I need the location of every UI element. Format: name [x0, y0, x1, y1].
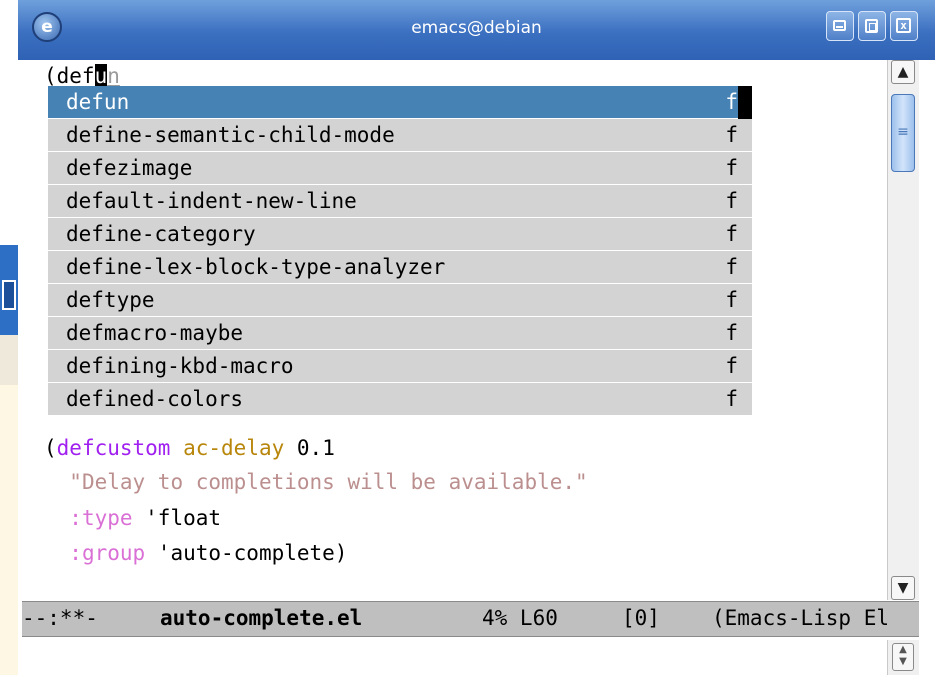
completion-summary: f — [725, 387, 738, 411]
completion-item[interactable]: deftype f — [48, 284, 752, 317]
inline-completion: n — [107, 64, 120, 88]
emacs-window: e emacs@debian x (defun (defcustom ac-de… — [18, 0, 935, 675]
completion-label: deftype — [66, 288, 155, 312]
value: 0.1 — [284, 436, 335, 460]
minibuffer-scroll-arrows-icon[interactable]: ▲ ▼ — [892, 643, 914, 671]
completion-summary: f — [725, 222, 738, 246]
desktop-background-tan — [0, 335, 20, 385]
completion-summary: f — [725, 90, 738, 114]
close-icon: x — [896, 18, 911, 33]
completion-label: defined-colors — [66, 387, 244, 411]
desktop-background-cream — [0, 385, 20, 675]
scrollbar-thumb[interactable]: ≡ — [891, 94, 915, 172]
window-title: emacs@debian — [411, 18, 542, 38]
completion-item[interactable]: define-lex-block-type-analyzer f — [48, 251, 752, 284]
completion-summary: f — [725, 156, 738, 180]
completion-label: defmacro-maybe — [66, 321, 244, 345]
completion-label: default-indent-new-line — [66, 189, 357, 213]
completion-label: defun — [66, 90, 130, 114]
completion-item[interactable]: defmacro-maybe f — [48, 317, 752, 350]
modeline-extra: [0] — [622, 606, 660, 630]
completion-item-selected[interactable]: defun f — [48, 86, 752, 119]
mode-line[interactable]: --:**- auto-complete.el 4% L60 [0] (Emac… — [22, 601, 919, 637]
minimize-icon — [833, 20, 846, 31]
modeline-position: 4% L60 — [482, 606, 558, 630]
scroll-up-arrow-icon[interactable]: ▲ — [891, 60, 915, 84]
completion-summary: f — [725, 255, 738, 279]
code-line[interactable]: (defcustom ac-delay 0.1 — [44, 434, 335, 462]
completion-summary: f — [725, 288, 738, 312]
completion-item[interactable]: defezimage f — [48, 152, 752, 185]
keyword-constant: :group — [69, 541, 146, 565]
docstring: "Delay to completions will be available.… — [69, 470, 588, 494]
typed-prefix: (def — [44, 64, 95, 88]
paren: ( — [44, 436, 57, 460]
minimize-button[interactable] — [826, 11, 854, 41]
maximize-button[interactable] — [858, 11, 886, 41]
completion-summary: f — [725, 321, 738, 345]
completion-summary: f — [725, 354, 738, 378]
keyword-constant: :type — [69, 506, 133, 530]
completion-label: define-category — [66, 222, 256, 246]
value: 'auto-complete) — [145, 541, 348, 565]
code-line[interactable]: :type 'float — [44, 504, 221, 532]
completion-popup[interactable]: defun f define-semantic-child-mode f defez… — [48, 86, 752, 416]
minibuffer[interactable] — [22, 637, 882, 675]
modeline-status: --:**- — [22, 606, 98, 630]
desktop-window-fragment — [2, 280, 16, 310]
title-bar[interactable]: e emacs@debian x — [18, 0, 935, 60]
completion-item[interactable]: define-category f — [48, 218, 752, 251]
scroll-down-arrow-icon[interactable]: ▼ — [891, 576, 915, 600]
completion-label: defezimage — [66, 156, 193, 180]
value: 'float — [132, 506, 222, 530]
completion-item[interactable]: defining-kbd-macro f — [48, 350, 752, 383]
vertical-scrollbar[interactable]: ▲ ≡ ▼ — [887, 60, 919, 600]
variable-name: ac-delay — [183, 436, 285, 460]
completion-item[interactable]: default-indent-new-line f — [48, 185, 752, 218]
popup-scrollbar[interactable] — [738, 86, 752, 119]
modeline-buffer-name[interactable]: auto-complete.el — [160, 602, 362, 635]
completion-label: define-lex-block-type-analyzer — [66, 255, 446, 279]
completion-label: defining-kbd-macro — [66, 354, 294, 378]
completion-summary: f — [725, 189, 738, 213]
minibuffer-scrollbar[interactable]: ▲ ▼ — [887, 640, 919, 675]
modeline-mode[interactable]: (Emacs-Lisp El — [712, 602, 889, 635]
completion-item[interactable]: defined-colors f — [48, 383, 752, 416]
keyword: defcustom — [56, 436, 171, 460]
completion-summary: f — [725, 123, 738, 147]
close-button[interactable]: x — [890, 11, 918, 41]
code-line[interactable]: :group 'auto-complete) — [44, 539, 347, 567]
text-cursor: u — [94, 64, 108, 88]
maximize-icon — [865, 19, 878, 33]
completion-item[interactable]: define-semantic-child-mode f — [48, 119, 752, 152]
code-line[interactable]: "Delay to completions will be available.… — [44, 468, 588, 496]
completion-label: define-semantic-child-mode — [66, 123, 395, 147]
